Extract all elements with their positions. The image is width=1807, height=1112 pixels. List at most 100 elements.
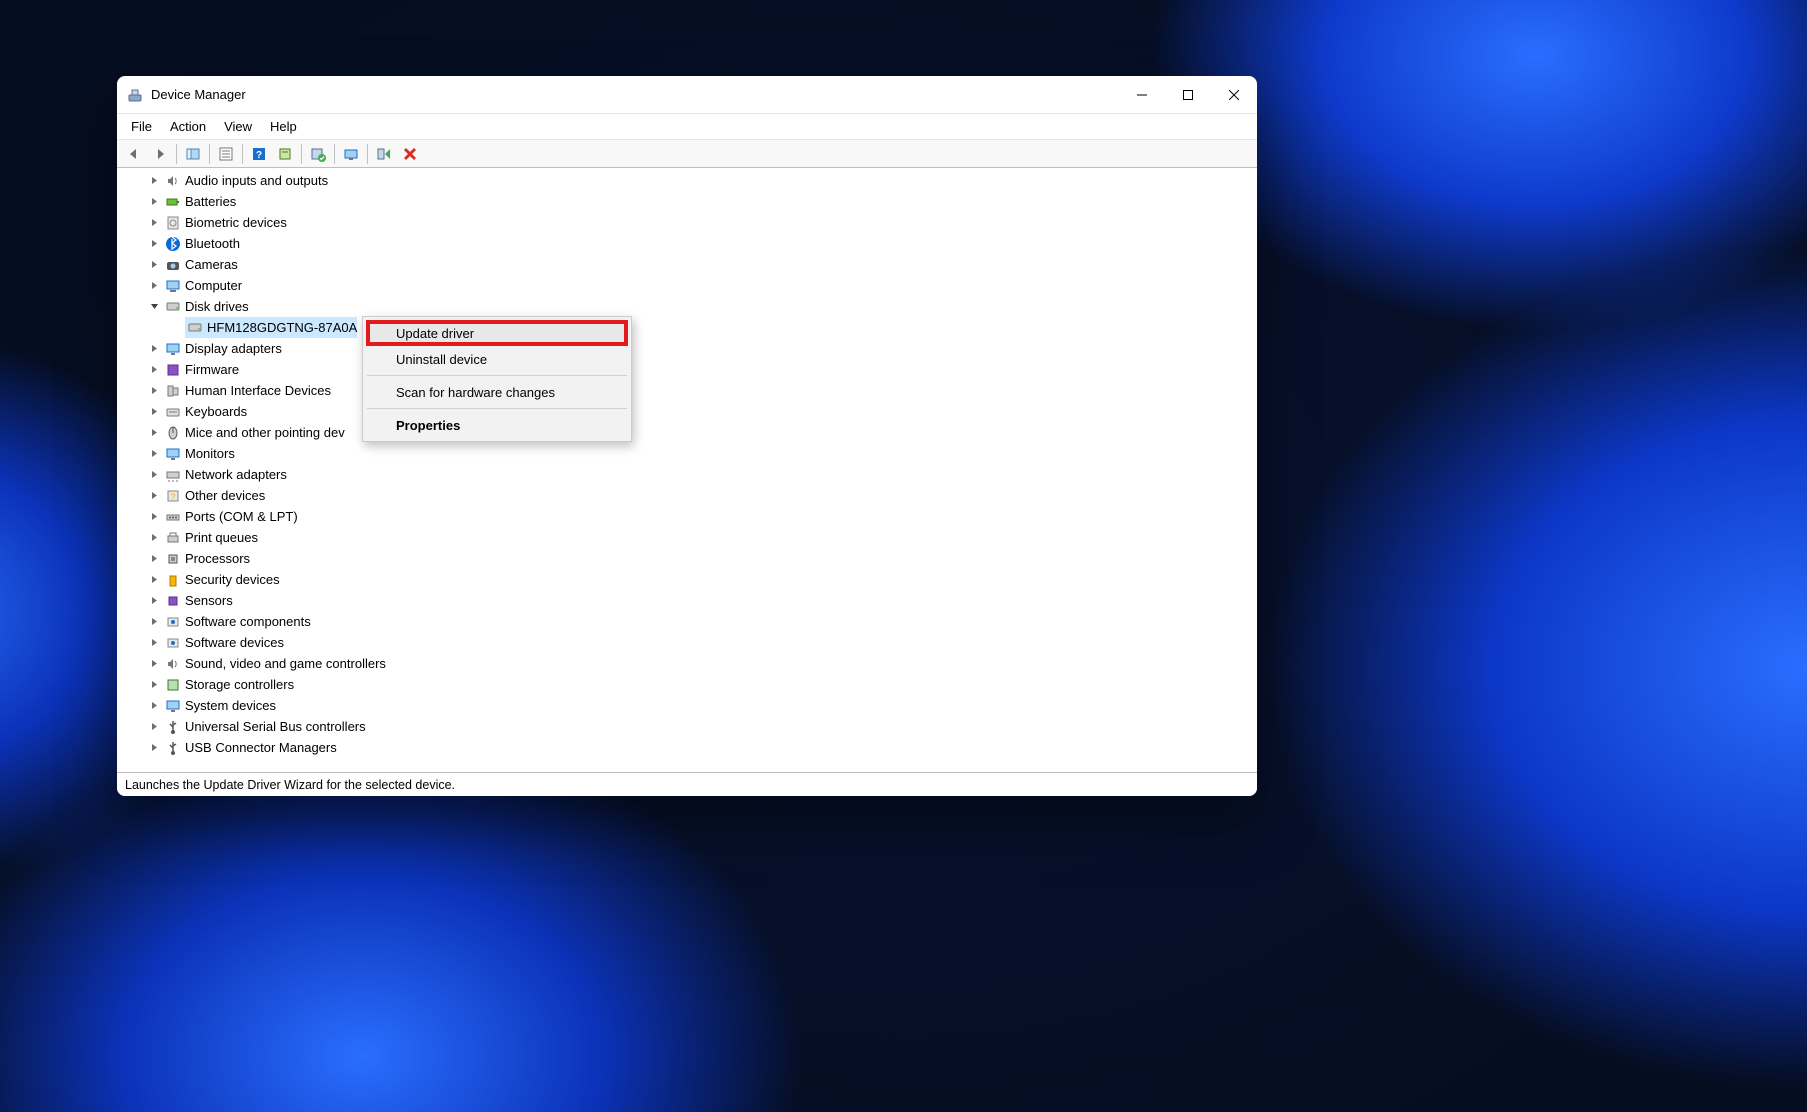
tree-category-label: Security devices [185, 572, 280, 587]
tree-category-label: Keyboards [185, 404, 247, 419]
other-icon: ? [165, 488, 181, 504]
tree-category[interactable]: Computer [147, 275, 1257, 296]
menu-view[interactable]: View [216, 117, 260, 136]
expand-icon[interactable] [147, 741, 161, 755]
uninstall-device-button[interactable] [306, 143, 330, 165]
tree-category-label: Ports (COM & LPT) [185, 509, 298, 524]
minimize-button[interactable] [1119, 76, 1165, 114]
tree-category[interactable]: Batteries [147, 191, 1257, 212]
close-button[interactable] [1211, 76, 1257, 114]
tree-category[interactable]: Keyboards [147, 401, 1257, 422]
expand-icon[interactable] [147, 468, 161, 482]
tree-category[interactable]: Storage controllers [147, 674, 1257, 695]
disable-device-button[interactable] [372, 143, 396, 165]
device-tree[interactable]: Audio inputs and outputsBatteriesBiometr… [117, 168, 1257, 772]
menu-file[interactable]: File [123, 117, 160, 136]
tree-category[interactable]: Biometric devices [147, 212, 1257, 233]
tree-category-label: Sensors [185, 593, 233, 608]
hid-icon [165, 383, 181, 399]
tree-category[interactable]: Security devices [147, 569, 1257, 590]
network-icon [165, 467, 181, 483]
delete-device-button[interactable] [398, 143, 422, 165]
expand-icon[interactable] [147, 279, 161, 293]
tree-category[interactable]: Software components [147, 611, 1257, 632]
expand-icon[interactable] [147, 216, 161, 230]
properties-button[interactable] [214, 143, 238, 165]
expand-icon[interactable] [147, 573, 161, 587]
expand-icon[interactable] [147, 363, 161, 377]
cpu-icon [165, 551, 181, 567]
system-icon [165, 698, 181, 714]
expand-icon[interactable] [147, 342, 161, 356]
tree-category[interactable]: Disk drives [147, 296, 1257, 317]
forward-button[interactable] [148, 143, 172, 165]
context-menu-item[interactable]: Uninstall device [366, 346, 628, 372]
expand-icon[interactable] [147, 531, 161, 545]
tree-category[interactable]: Audio inputs and outputs [147, 170, 1257, 191]
tree-category[interactable]: Firmware [147, 359, 1257, 380]
expand-icon[interactable] [147, 678, 161, 692]
update-driver-button[interactable] [273, 143, 297, 165]
tree-category[interactable]: Sound, video and game controllers [147, 653, 1257, 674]
tree-category-label: Print queues [185, 530, 258, 545]
expand-icon[interactable] [147, 447, 161, 461]
context-menu-item[interactable]: Properties [366, 412, 628, 438]
tree-category[interactable]: Cameras [147, 254, 1257, 275]
expand-icon[interactable] [147, 426, 161, 440]
expand-icon[interactable] [147, 510, 161, 524]
toolbar-separator [367, 144, 368, 164]
expand-icon[interactable] [147, 237, 161, 251]
context-menu-item[interactable]: Scan for hardware changes [366, 379, 628, 405]
show-hide-console-button[interactable] [181, 143, 205, 165]
collapse-icon[interactable] [147, 300, 161, 314]
software-icon [165, 635, 181, 651]
context-menu-separator [367, 408, 627, 409]
tree-category[interactable]: Mice and other pointing dev [147, 422, 1257, 443]
tree-category[interactable]: Network adapters [147, 464, 1257, 485]
tree-category[interactable]: ?Other devices [147, 485, 1257, 506]
expand-icon[interactable] [147, 489, 161, 503]
help-button[interactable]: ? [247, 143, 271, 165]
scan-hardware-button[interactable] [339, 143, 363, 165]
tree-category[interactable]: Monitors [147, 443, 1257, 464]
title-bar[interactable]: Device Manager [117, 76, 1257, 114]
tree-category[interactable]: System devices [147, 695, 1257, 716]
expand-icon[interactable] [147, 258, 161, 272]
expand-icon[interactable] [147, 615, 161, 629]
maximize-button[interactable] [1165, 76, 1211, 114]
back-button[interactable] [122, 143, 146, 165]
window-title: Device Manager [151, 87, 1119, 102]
expand-icon[interactable] [147, 552, 161, 566]
expand-icon[interactable] [147, 636, 161, 650]
tree-device[interactable]: HFM128GDGTNG-87A0A [169, 317, 1257, 338]
toolbar-separator [176, 144, 177, 164]
disk-icon [165, 299, 181, 315]
tree-category[interactable]: Universal Serial Bus controllers [147, 716, 1257, 737]
tree-category-label: Processors [185, 551, 250, 566]
tree-category-label: Human Interface Devices [185, 383, 331, 398]
tree-category[interactable]: Bluetooth [147, 233, 1257, 254]
expand-icon[interactable] [147, 594, 161, 608]
tree-category[interactable]: USB Connector Managers [147, 737, 1257, 758]
tree-category[interactable]: Processors [147, 548, 1257, 569]
tree-category[interactable]: Display adapters [147, 338, 1257, 359]
menu-action[interactable]: Action [162, 117, 214, 136]
tree-category[interactable]: Ports (COM & LPT) [147, 506, 1257, 527]
expand-icon[interactable] [147, 405, 161, 419]
tree-category[interactable]: Human Interface Devices [147, 380, 1257, 401]
monitor-icon [165, 446, 181, 462]
tree-category[interactable]: Software devices [147, 632, 1257, 653]
tree-category[interactable]: Sensors [147, 590, 1257, 611]
menu-bar: File Action View Help [117, 114, 1257, 140]
sound-icon [165, 656, 181, 672]
storage-icon [165, 677, 181, 693]
expand-icon[interactable] [147, 384, 161, 398]
expand-icon[interactable] [147, 174, 161, 188]
expand-icon[interactable] [147, 720, 161, 734]
context-menu-item[interactable]: Update driver [366, 320, 628, 346]
expand-icon[interactable] [147, 657, 161, 671]
expand-icon[interactable] [147, 699, 161, 713]
menu-help[interactable]: Help [262, 117, 305, 136]
tree-category[interactable]: Print queues [147, 527, 1257, 548]
expand-icon[interactable] [147, 195, 161, 209]
